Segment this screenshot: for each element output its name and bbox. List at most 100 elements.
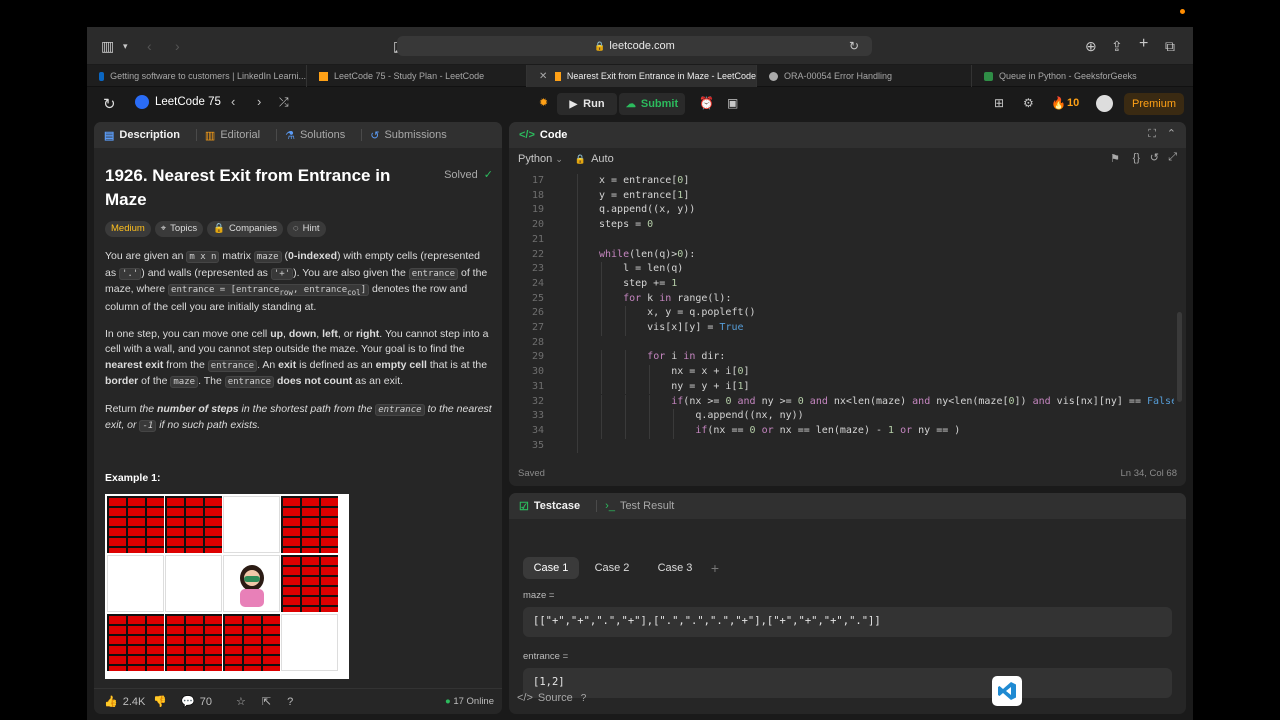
vscode-logo-icon [998, 682, 1016, 700]
code-line[interactable]: q.append((nx, ny)) [599, 409, 803, 424]
tab-description[interactable]: ▤ Description [104, 129, 180, 142]
code-line[interactable]: x, y = q.popleft() [599, 306, 755, 321]
add-case-button[interactable]: + [705, 557, 725, 579]
address-bar[interactable]: 🔒 leetcode.com [397, 36, 872, 56]
browser-tab[interactable]: Queue in Python - GeeksforGeeks [972, 65, 1193, 87]
help-icon[interactable]: ? [287, 696, 293, 708]
lock-icon: 🔒 [594, 40, 606, 51]
editor-scrollbar[interactable] [1177, 312, 1182, 402]
share-icon[interactable]: ⇪ [1111, 38, 1123, 54]
source-link[interactable]: </> Source ? [517, 692, 586, 704]
tab-solutions[interactable]: ⚗ Solutions [285, 129, 345, 142]
submit-button[interactable]: ☁ Submit [619, 93, 685, 115]
case-1-button[interactable]: Case 1 [523, 557, 579, 579]
code-line[interactable]: l = len(q) [599, 262, 683, 277]
tab-submissions[interactable]: ↺ Submissions [370, 129, 447, 142]
back-icon[interactable]: ‹ [147, 38, 152, 54]
code-line[interactable]: for k in range(l): [599, 292, 731, 307]
bookmark-icon[interactable]: ⚑ [1110, 152, 1120, 165]
source-label: Source [537, 692, 573, 704]
indent-guide [625, 423, 626, 439]
maze-input[interactable]: [["+","+",".","+"],[".",".",".","+"],["+… [523, 607, 1172, 637]
hint-tag[interactable]: ◌ Hint [287, 221, 326, 237]
code-editor[interactable]: 17 x = entrance[0] 18 y = entrance[1] 19 q.ap… [509, 174, 1174, 456]
code-line[interactable]: ny = y + i[1] [599, 380, 749, 395]
reload-icon[interactable]: ↻ [849, 38, 859, 54]
history-icon: ↺ [370, 129, 380, 142]
download-icon[interactable]: ⊕ [1085, 38, 1097, 54]
code-line[interactable]: if(nx == 0 or nx == len(maze) - 1 or ny … [599, 424, 960, 439]
tab-label: LeetCode 75 - Study Plan - LeetCode [334, 71, 485, 81]
study-plan-title[interactable]: LeetCode 75 [155, 96, 221, 108]
topics-tag[interactable]: ⌖ Topics [154, 221, 204, 237]
gear-icon[interactable]: ⚙ [1023, 96, 1034, 110]
new-tab-icon[interactable]: + [1139, 36, 1148, 52]
tab-overview-icon[interactable]: ⧉ [1165, 38, 1175, 54]
inline-code: entrance [408, 267, 459, 280]
premium-button[interactable]: Premium [1124, 93, 1184, 115]
tab-testcase[interactable]: ☑ Testcase [519, 500, 580, 513]
close-icon[interactable]: ✕ [539, 71, 547, 82]
braces-icon[interactable]: {} [1133, 152, 1140, 164]
chevron-down-icon[interactable]: ▾ [123, 38, 128, 54]
next-problem-icon[interactable]: › [257, 94, 261, 109]
debug-icon[interactable]: ✹ [539, 96, 548, 109]
shuffle-icon[interactable]: ⤮ [279, 95, 289, 110]
line-number: 30 [531, 366, 544, 378]
italic-text: if no such path exists. [156, 419, 261, 432]
layout-icon[interactable]: ⊞ [994, 96, 1004, 110]
avatar[interactable] [1096, 95, 1113, 112]
language-select[interactable]: Python ⌄ [518, 153, 563, 165]
forward-icon[interactable]: › [175, 38, 180, 54]
code-line[interactable]: x = entrance[0] [599, 174, 689, 189]
hint-label: Hint [302, 223, 320, 235]
code-line[interactable]: y = entrance[1] [599, 189, 689, 204]
sidebar-toggle-icon[interactable]: ▥ [101, 38, 114, 54]
flask-icon: ⚗ [285, 129, 295, 142]
companies-tag[interactable]: 🔒 Companies [207, 221, 283, 237]
code-line[interactable]: vis[x][y] = True [599, 321, 743, 336]
inline-code: m x n [186, 251, 220, 263]
star-icon[interactable]: ☆ [236, 695, 246, 708]
run-button[interactable]: ▶ Run [557, 93, 617, 115]
code-line[interactable]: step += 1 [599, 277, 677, 292]
notes-icon[interactable]: ▣ [727, 96, 738, 110]
prev-problem-icon[interactable]: ‹ [231, 94, 235, 109]
tab-editorial[interactable]: ▥ Editorial [205, 129, 260, 142]
difficulty-badge[interactable]: Medium [105, 221, 151, 237]
line-number: 19 [531, 204, 544, 216]
collapse-icon[interactable]: ⌃ [1167, 127, 1176, 140]
reset-icon[interactable]: ↺ [1150, 151, 1159, 164]
leetcode-logo-icon[interactable]: ↻ [103, 95, 116, 113]
case-2-button[interactable]: Case 2 [584, 557, 640, 579]
alarm-icon[interactable]: ⏰ [699, 96, 714, 110]
code-line[interactable]: while(len(q)>0): [599, 248, 695, 263]
code-line[interactable]: if(nx >= 0 and ny >= 0 and nx<len(maze) … [599, 395, 1174, 410]
indent-guide [601, 365, 602, 380]
auto-label[interactable]: Auto [591, 153, 614, 165]
browser-tab[interactable]: Getting software to customers | LinkedIn… [87, 65, 307, 87]
code-line[interactable]: for i in dir: [599, 350, 725, 365]
language-label: Python [518, 153, 553, 165]
comment-icon[interactable]: 💬 [181, 695, 195, 708]
browser-tab-active[interactable]: ✕ Nearest Exit from Entrance in Maze - L… [527, 65, 757, 87]
browser-tab[interactable]: LeetCode 75 - Study Plan - LeetCode [307, 65, 527, 87]
tab-test-result[interactable]: ›_ Test Result [605, 500, 674, 512]
divider [361, 129, 363, 141]
lock-icon: 🔒 [213, 223, 225, 235]
case-3-button[interactable]: Case 3 [647, 557, 703, 579]
code-line[interactable]: nx = x + i[0] [599, 365, 749, 380]
entrance-input[interactable]: [1,2] [523, 668, 1172, 698]
share-icon[interactable]: ⇱ [262, 695, 271, 708]
fullscreen-icon[interactable]: ⤢ [1168, 151, 1177, 164]
thumbs-down-icon[interactable]: 👎 [153, 695, 167, 708]
inline-code: '.' [119, 267, 142, 280]
code-line[interactable]: q.append((x, y)) [599, 203, 695, 218]
vscode-app-icon[interactable] [992, 676, 1022, 706]
chevron-down-icon: ⌄ [555, 154, 563, 164]
thumbs-up-icon[interactable]: 👍 [104, 695, 118, 708]
maximize-icon[interactable]: ⛶ [1148, 128, 1156, 141]
browser-tab[interactable]: ORA-00054 Error Handling [757, 65, 972, 87]
maze-wall-cell [107, 614, 164, 671]
code-line[interactable]: steps = 0 [599, 218, 653, 233]
